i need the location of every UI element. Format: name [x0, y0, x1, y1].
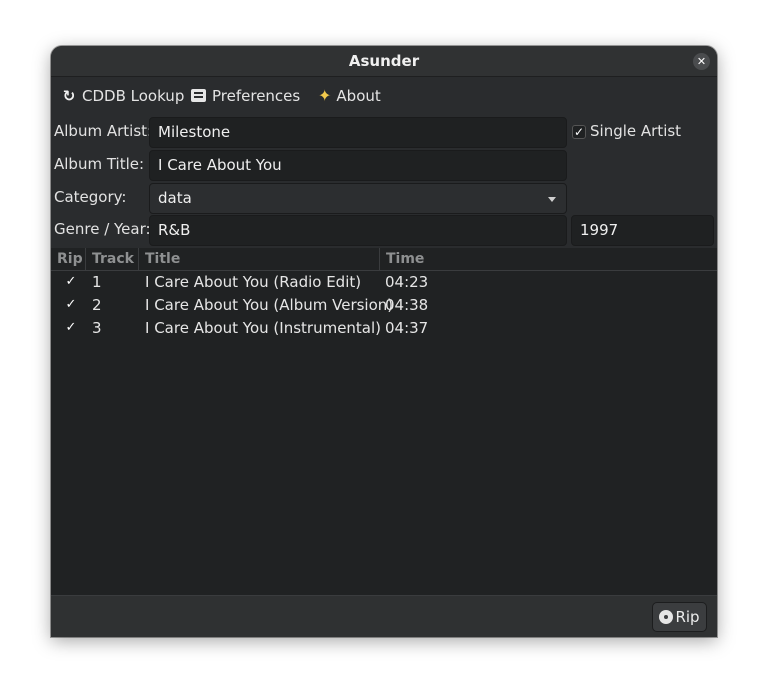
- asunder-window: Asunder ✕ ↻ CDDB Lookup Preferences ✦ Abou…: [51, 46, 717, 637]
- track-time: 04:38: [385, 296, 429, 314]
- album-artist-field[interactable]: Milestone: [149, 117, 567, 148]
- table-row[interactable]: ✓ 2 I Care About You (Album Version) 04:…: [51, 294, 717, 317]
- track-list: Rip Track Title Time ✓ 1 I Care About Yo…: [51, 248, 717, 595]
- genre-field[interactable]: R&B: [149, 215, 567, 246]
- preferences-button[interactable]: Preferences: [191, 77, 300, 115]
- album-title-label: Album Title:: [54, 155, 145, 173]
- track-list-header: Rip Track Title Time: [51, 248, 717, 271]
- year-value: 1997: [580, 221, 619, 239]
- chevron-down-icon: [548, 197, 556, 202]
- track-title[interactable]: I Care About You (Radio Edit): [145, 271, 361, 294]
- year-field[interactable]: 1997: [571, 215, 714, 246]
- preferences-icon: [191, 89, 206, 102]
- table-row[interactable]: ✓ 1 I Care About You (Radio Edit) 04:23: [51, 271, 717, 294]
- single-artist-checkbox[interactable]: ✓: [572, 125, 586, 139]
- table-row[interactable]: ✓ 3 I Care About You (Instrumental) 04:3…: [51, 317, 717, 340]
- column-header-rip[interactable]: Rip: [51, 248, 86, 270]
- genre-year-label: Genre / Year:: [54, 220, 151, 238]
- column-header-title[interactable]: Title: [139, 248, 380, 270]
- rip-checkbox[interactable]: ✓: [64, 298, 78, 312]
- about-label: About: [336, 87, 381, 105]
- close-icon: ✕: [696, 55, 707, 68]
- rip-checkbox[interactable]: ✓: [64, 321, 78, 335]
- category-label: Category:: [54, 188, 127, 206]
- genre-value: R&B: [158, 221, 191, 239]
- rip-checkbox[interactable]: ✓: [64, 275, 78, 289]
- album-title-field[interactable]: I Care About You: [149, 150, 567, 181]
- action-bar: Rip: [51, 595, 717, 637]
- window-title: Asunder: [348, 52, 420, 70]
- category-value: data: [158, 189, 192, 207]
- close-button[interactable]: ✕: [693, 53, 710, 70]
- about-button[interactable]: ✦ About: [318, 77, 381, 115]
- column-header-track[interactable]: Track: [86, 248, 139, 270]
- cddb-lookup-label: CDDB Lookup: [82, 87, 185, 105]
- toolbar: ↻ CDDB Lookup Preferences ✦ About: [51, 77, 717, 115]
- album-title-value: I Care About You: [158, 156, 282, 174]
- track-number: 1: [92, 273, 102, 291]
- preferences-label: Preferences: [212, 87, 301, 105]
- album-artist-label: Album Artist:: [54, 122, 153, 140]
- refresh-icon: ↻: [62, 87, 76, 105]
- sparkle-icon: ✦: [318, 86, 332, 105]
- category-select[interactable]: data: [149, 183, 567, 214]
- disc-icon: [659, 610, 674, 624]
- album-artist-value: Milestone: [158, 123, 231, 141]
- track-number: 2: [92, 296, 102, 314]
- title-bar: Asunder ✕: [51, 46, 717, 77]
- single-artist-label: Single Artist: [590, 122, 682, 140]
- track-title[interactable]: I Care About You (Album Version): [145, 294, 393, 317]
- track-time: 04:23: [385, 273, 429, 291]
- track-time: 04:37: [385, 319, 429, 337]
- column-header-time[interactable]: Time: [380, 248, 717, 270]
- rip-button[interactable]: Rip: [652, 602, 707, 632]
- cddb-lookup-button[interactable]: ↻ CDDB Lookup: [60, 77, 185, 115]
- track-title[interactable]: I Care About You (Instrumental): [145, 317, 381, 340]
- rip-button-label: Rip: [675, 608, 700, 626]
- track-number: 3: [92, 319, 102, 337]
